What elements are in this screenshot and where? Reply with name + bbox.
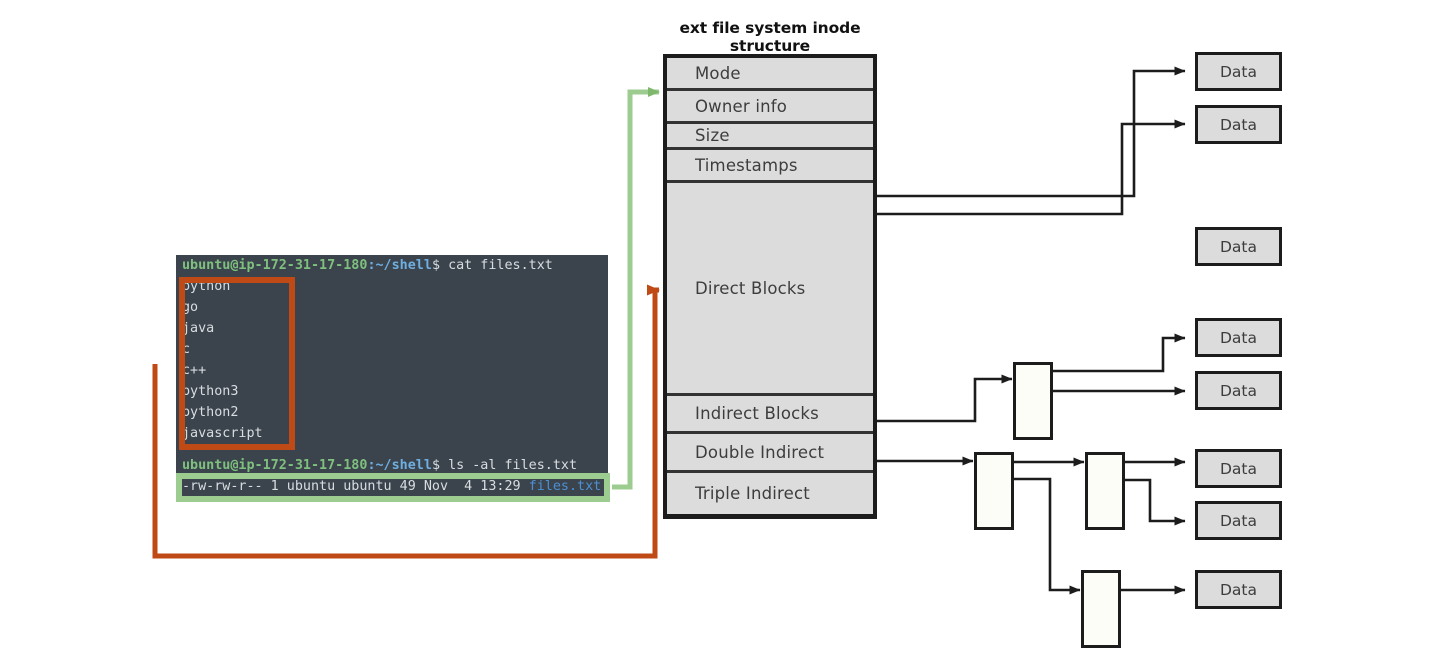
prompt-path: :~/shell: [367, 258, 432, 273]
data-block[interactable]: Data: [1195, 105, 1282, 144]
prompt-path: :~/shell: [367, 458, 432, 473]
inode-row-direct-blocks[interactable]: Direct Blocks: [667, 183, 873, 396]
terminal-blank-line: [176, 444, 608, 455]
data-block[interactable]: Data: [1195, 501, 1282, 540]
indirect-pointer-block[interactable]: [1013, 362, 1053, 440]
terminal-prompt-line-2: ubuntu@ip-172-31-17-180:~/shell$ ls -al …: [176, 455, 608, 476]
ls-output-filename: files.txt: [529, 479, 602, 494]
inode-row-owner-info[interactable]: Owner info: [667, 91, 873, 124]
cat-output-line: python: [176, 276, 608, 297]
inode-row-indirect-blocks[interactable]: Indirect Blocks: [667, 396, 873, 434]
cat-output-line: go: [176, 297, 608, 318]
cat-output-line: c++: [176, 360, 608, 381]
connector-pointer-c-to-data-7: [1124, 480, 1185, 521]
inode-row-mode[interactable]: Mode: [667, 58, 873, 91]
inode-row-timestamps[interactable]: Timestamps: [667, 150, 873, 183]
terminal-command-2: ls -al files.txt: [448, 458, 577, 473]
terminal-window[interactable]: ubuntu@ip-172-31-17-180:~/shell$ cat fil…: [176, 255, 608, 501]
inode-row-double-indirect[interactable]: Double Indirect: [667, 434, 873, 473]
terminal-prompt-line-1: ubuntu@ip-172-31-17-180:~/shell$ cat fil…: [176, 255, 608, 276]
prompt-symbol: $: [432, 258, 448, 273]
terminal-command-1: cat files.txt: [448, 258, 553, 273]
data-block[interactable]: Data: [1195, 371, 1282, 410]
cat-output-line: c: [176, 339, 608, 360]
annotation-arrow-green: [612, 92, 659, 487]
cat-output-line: java: [176, 318, 608, 339]
cat-output-line: python2: [176, 402, 608, 423]
data-block[interactable]: Data: [1195, 449, 1282, 488]
triple-indirect-pointer-block[interactable]: [1081, 570, 1121, 648]
double-indirect-child-block[interactable]: [1085, 452, 1125, 530]
data-block[interactable]: Data: [1195, 227, 1282, 266]
inode-structure-table: Mode Owner info Size Timestamps Direct B…: [663, 54, 877, 519]
connector-direct-to-data-1: [877, 71, 1185, 196]
data-block[interactable]: Data: [1195, 52, 1282, 91]
prompt-user-host: ubuntu@ip-172-31-17-180: [182, 458, 367, 473]
double-indirect-pointer-block[interactable]: [974, 452, 1014, 530]
cat-output-line: javascript: [176, 423, 608, 444]
connector-direct-to-data-2: [877, 124, 1185, 214]
data-block[interactable]: Data: [1195, 318, 1282, 357]
ls-output-details: -rw-rw-r-- 1 ubuntu ubuntu 49 Nov 4 13:2…: [182, 479, 529, 494]
ls-output-line: -rw-rw-r-- 1 ubuntu ubuntu 49 Nov 4 13:2…: [176, 476, 608, 497]
data-block[interactable]: Data: [1195, 570, 1282, 609]
inode-row-triple-indirect[interactable]: Triple Indirect: [667, 473, 873, 514]
prompt-symbol: $: [432, 458, 448, 473]
connector-indirect-to-pointer-a: [877, 379, 1012, 421]
inode-row-size[interactable]: Size: [667, 124, 873, 150]
prompt-user-host: ubuntu@ip-172-31-17-180: [182, 258, 367, 273]
connector-pointer-a-to-data-4: [1052, 338, 1185, 371]
connector-pointer-b-to-pointer-d: [1013, 479, 1080, 590]
cat-output-line: python3: [176, 381, 608, 402]
